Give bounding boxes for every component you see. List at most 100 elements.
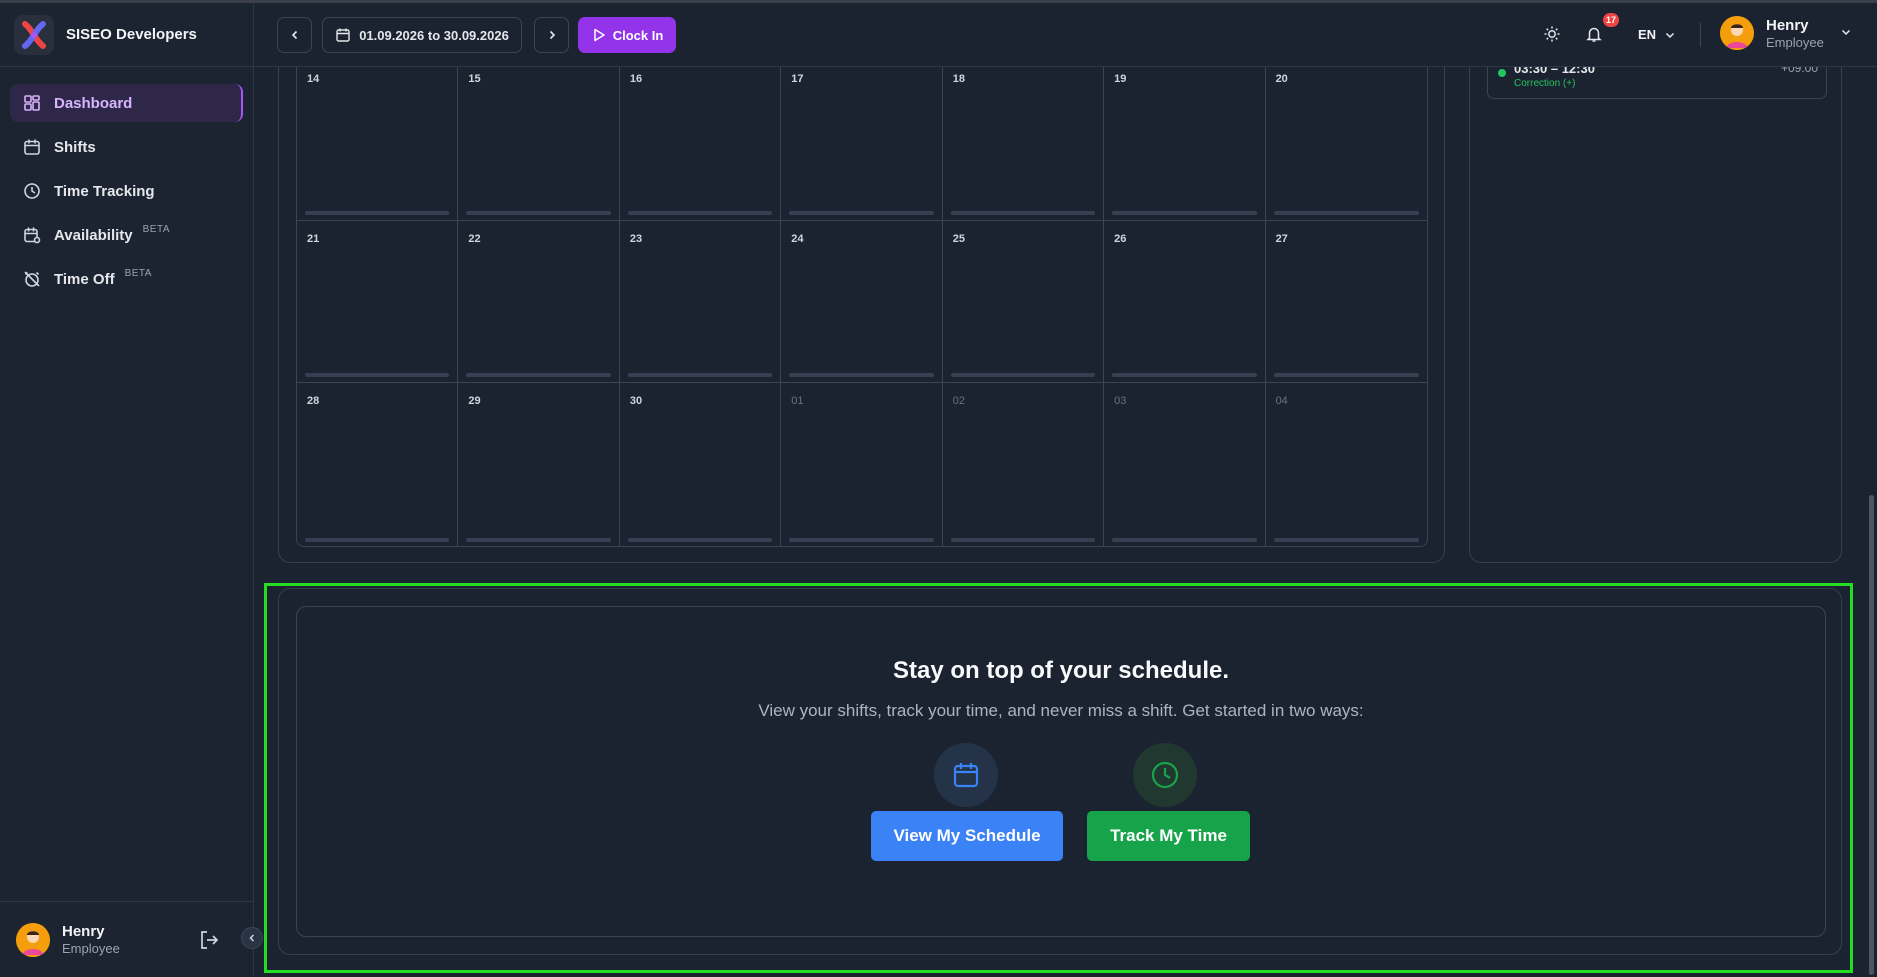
onboarding-title: Stay on top of your schedule. bbox=[892, 657, 1230, 684]
sidebar-item-label: Shifts bbox=[54, 138, 96, 156]
calendar-day-cell[interactable]: 04 bbox=[1266, 383, 1427, 546]
user-name: Henry bbox=[62, 923, 105, 940]
app-logo-icon bbox=[14, 14, 54, 55]
calendar-day-cell[interactable]: 26 bbox=[1104, 221, 1266, 383]
date-range-label: 01.09.2026 to 30.09.2026 bbox=[359, 27, 509, 43]
track-circle bbox=[1133, 743, 1197, 807]
avatar[interactable] bbox=[16, 922, 50, 957]
calendar-day-cell[interactable]: 23 bbox=[619, 221, 782, 383]
chevron-left-icon bbox=[249, 934, 255, 942]
calendar-day-cell[interactable]: 16 bbox=[619, 67, 782, 221]
calendar-day-cell[interactable]: 15 bbox=[458, 67, 620, 221]
calendar-day-cell[interactable]: 29 bbox=[458, 383, 620, 546]
chevron-down-icon bbox=[1841, 29, 1850, 36]
notifications-bell-icon[interactable] bbox=[1585, 25, 1603, 48]
page-scrollbar[interactable] bbox=[1869, 495, 1874, 975]
calendar-icon bbox=[953, 763, 979, 788]
calendar-settings-icon bbox=[22, 225, 42, 245]
calendar-grid: 14 15 16 17 18 19 20 21 22 23 24 25 26 27 28 29 30 01 02 03… bbox=[296, 67, 1428, 547]
calendar-day-cell[interactable]: 03 bbox=[1104, 383, 1266, 546]
calendar-day-number: 20 bbox=[1275, 73, 1288, 85]
day-hours-bar bbox=[789, 211, 934, 215]
calendar-day-number: 28 bbox=[307, 395, 320, 407]
time-entries-panel: 03:30 – 12:30 +09:00 Correction (+) bbox=[1469, 67, 1842, 563]
calendar-day-cell[interactable]: 22 bbox=[458, 221, 620, 383]
calendar-day-number: 30 bbox=[629, 395, 643, 407]
day-hours-bar bbox=[627, 373, 773, 377]
calendar-day-cell[interactable]: 21 bbox=[297, 221, 459, 383]
clock-in-button[interactable]: Clock In bbox=[578, 17, 676, 53]
status-dot bbox=[1498, 69, 1506, 77]
calendar-day-number: 18 bbox=[952, 73, 965, 85]
day-hours-bar bbox=[789, 538, 934, 542]
sidebar-item-time-off[interactable]: Time Off BETA bbox=[10, 260, 243, 298]
next-month-button[interactable] bbox=[534, 17, 569, 53]
calendar-day-number: 23 bbox=[629, 233, 643, 245]
beta-badge: BETA bbox=[142, 223, 171, 235]
calendar-day-cell[interactable]: 17 bbox=[781, 67, 943, 221]
sidebar-item-shifts[interactable]: Shifts bbox=[10, 128, 243, 166]
calendar-day-cell[interactable]: 28 bbox=[297, 383, 459, 546]
onboarding-subtitle: View your shifts, track your time, and n… bbox=[758, 701, 1364, 720]
user-role: Employee bbox=[62, 941, 120, 956]
chevron-left-icon bbox=[291, 30, 297, 40]
sidebar-item-availability[interactable]: Availability BETA bbox=[10, 216, 243, 254]
calendar-day-cell[interactable]: 18 bbox=[942, 67, 1105, 221]
calendar-day-number: 25 bbox=[952, 233, 965, 245]
user-role: Employee bbox=[1766, 34, 1824, 50]
day-hours-bar bbox=[627, 211, 773, 215]
calendar-day-number: 02 bbox=[952, 395, 965, 407]
entry-tag: Correction (+) bbox=[1514, 78, 1576, 89]
track-my-time-button[interactable]: Track My Time bbox=[1087, 811, 1250, 861]
sidebar-item-time-tracking[interactable]: Time Tracking bbox=[10, 172, 243, 210]
user-menu[interactable]: Henry Employee bbox=[1720, 16, 1852, 50]
calendar-day-cell[interactable]: 24 bbox=[781, 221, 943, 383]
calendar-day-number: 29 bbox=[468, 395, 481, 407]
calendar-day-number: 27 bbox=[1275, 233, 1288, 245]
calendar-day-cell[interactable]: 20 bbox=[1265, 67, 1427, 221]
onboarding-card: Stay on top of your schedule. View your … bbox=[278, 588, 1842, 955]
calendar-day-number: 16 bbox=[629, 73, 643, 85]
sidebar-item-label: Dashboard bbox=[54, 94, 133, 112]
calendar-day-cell[interactable]: 25 bbox=[942, 221, 1105, 383]
day-hours-bar bbox=[1112, 538, 1257, 542]
calendar-day-cell[interactable]: 01 bbox=[781, 383, 943, 546]
calendar-day-number: 22 bbox=[468, 233, 481, 245]
entry-duration: +09:00 bbox=[1780, 67, 1818, 75]
sidebar-user: Henry Employee bbox=[0, 901, 254, 977]
play-icon bbox=[593, 28, 605, 42]
calendar-day-cell[interactable]: 27 bbox=[1265, 221, 1427, 383]
calendar-day-cell[interactable]: 14 bbox=[297, 67, 459, 221]
logout-icon[interactable] bbox=[198, 929, 220, 956]
theme-toggle-sun-icon[interactable] bbox=[1543, 25, 1561, 48]
brand[interactable]: SISEO Developers bbox=[0, 3, 253, 67]
calendar-day-number: 17 bbox=[791, 73, 804, 85]
calendar-day-cell[interactable]: 19 bbox=[1104, 67, 1266, 221]
calendar-day-number: 24 bbox=[791, 233, 804, 245]
previous-month-button[interactable] bbox=[277, 17, 312, 53]
day-hours-bar bbox=[789, 373, 934, 377]
avatar bbox=[1720, 16, 1754, 50]
onboarding-inner: Stay on top of your schedule. View your … bbox=[296, 606, 1826, 937]
sidebar-item-label: Time Tracking bbox=[54, 182, 155, 200]
calendar-day-number: 04 bbox=[1275, 395, 1288, 407]
sidebar-item-label: Availability bbox=[54, 226, 133, 244]
top-header: 01.09.2026 to 30.09.2026 Clock In 17 EN bbox=[255, 3, 1877, 67]
notification-count-badge: 17 bbox=[1603, 13, 1620, 27]
calendar-day-cell[interactable]: 30 bbox=[620, 383, 782, 546]
time-entry-card[interactable]: 03:30 – 12:30 +09:00 Correction (+) bbox=[1487, 67, 1827, 99]
calendar-icon bbox=[22, 137, 42, 157]
calendar-day-number: 03 bbox=[1114, 395, 1127, 407]
view-my-schedule-button[interactable]: View My Schedule bbox=[871, 811, 1063, 861]
app-name: SISEO Developers bbox=[66, 26, 197, 43]
sidebar-item-dashboard[interactable]: Dashboard bbox=[10, 84, 243, 122]
date-range-picker[interactable]: 01.09.2026 to 30.09.2026 bbox=[322, 17, 522, 53]
calendar-icon bbox=[336, 28, 350, 42]
language-selector[interactable]: EN bbox=[1638, 27, 1676, 42]
calendar-day-cell[interactable]: 02 bbox=[943, 383, 1105, 546]
collapse-sidebar-button[interactable] bbox=[241, 927, 263, 949]
language-label: EN bbox=[1638, 27, 1657, 42]
calendar-day-number: 15 bbox=[468, 73, 481, 85]
day-hours-bar bbox=[305, 373, 450, 377]
day-hours-bar bbox=[466, 211, 611, 215]
